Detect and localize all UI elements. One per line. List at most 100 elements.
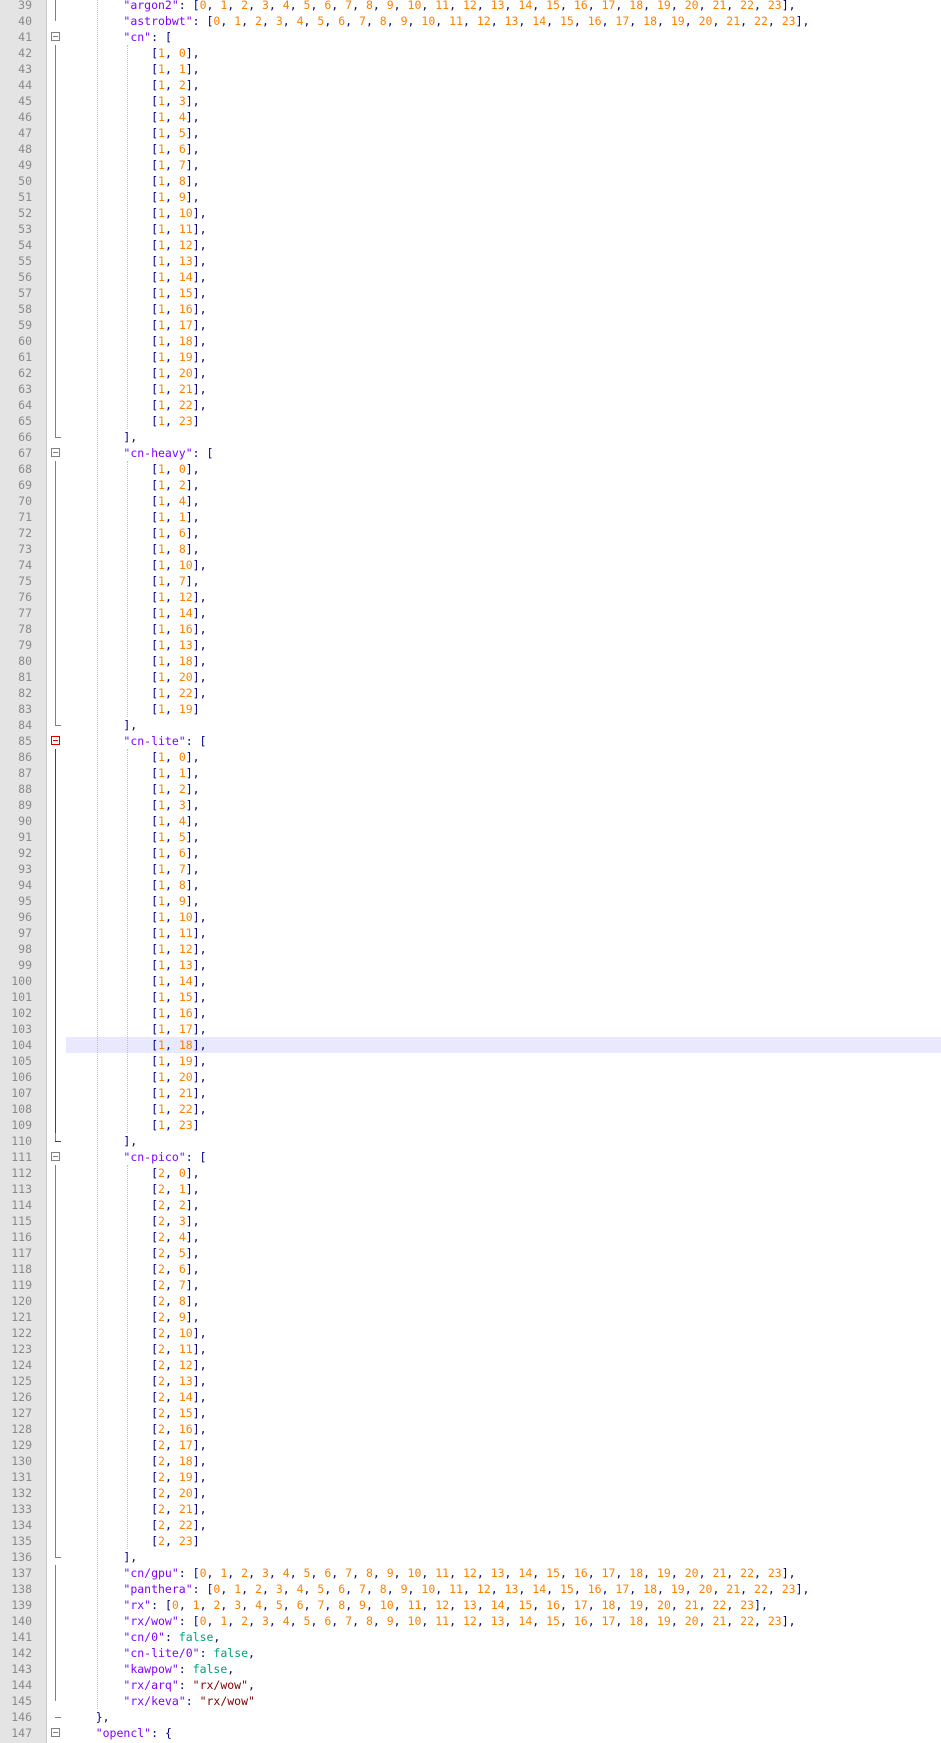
code-line[interactable]: [1, 5], xyxy=(68,829,200,845)
code-line[interactable]: [2, 20], xyxy=(68,1485,206,1501)
code-line[interactable]: [1, 7], xyxy=(68,861,200,877)
code-line[interactable]: "argon2": [0, 1, 2, 3, 4, 5, 6, 7, 8, 9,… xyxy=(68,0,795,13)
code-line[interactable]: [2, 23] xyxy=(68,1533,200,1549)
code-line[interactable]: [1, 19] xyxy=(68,701,200,717)
code-line[interactable]: [1, 13], xyxy=(68,957,206,973)
code-line[interactable]: [1, 18], xyxy=(68,1037,206,1053)
code-line[interactable]: [1, 3], xyxy=(68,797,200,813)
code-line[interactable]: [1, 6], xyxy=(68,845,200,861)
code-line[interactable]: [1, 22], xyxy=(68,1101,206,1117)
code-line[interactable]: [2, 5], xyxy=(68,1245,200,1261)
code-line[interactable]: [1, 17], xyxy=(68,1021,206,1037)
code-line[interactable]: [1, 21], xyxy=(68,381,206,397)
code-line[interactable]: [2, 19], xyxy=(68,1469,206,1485)
code-line[interactable]: [1, 14], xyxy=(68,269,206,285)
code-line[interactable]: [1, 8], xyxy=(68,877,200,893)
code-line[interactable]: "cn/gpu": [0, 1, 2, 3, 4, 5, 6, 7, 8, 9,… xyxy=(68,1565,795,1581)
code-line[interactable]: [1, 0], xyxy=(68,461,200,477)
code-line[interactable]: ], xyxy=(68,1549,137,1565)
code-line[interactable]: [1, 14], xyxy=(68,605,206,621)
code-line[interactable]: [1, 23] xyxy=(68,413,200,429)
code-line[interactable]: }, xyxy=(68,1709,110,1725)
code-line[interactable]: [2, 10], xyxy=(68,1325,206,1341)
code-line[interactable]: [2, 7], xyxy=(68,1277,200,1293)
code-line[interactable]: [1, 23] xyxy=(68,1117,200,1133)
fold-margin[interactable] xyxy=(47,0,65,1743)
code-line[interactable]: [2, 1], xyxy=(68,1181,200,1197)
code-line[interactable]: ], xyxy=(68,429,137,445)
code-line[interactable]: [1, 13], xyxy=(68,253,206,269)
code-line[interactable]: [2, 21], xyxy=(68,1501,206,1517)
code-line[interactable]: [2, 2], xyxy=(68,1197,200,1213)
code-line[interactable]: [1, 12], xyxy=(68,589,206,605)
code-line[interactable]: [2, 18], xyxy=(68,1453,206,1469)
fold-toggle-icon[interactable] xyxy=(51,32,60,41)
code-line[interactable]: [2, 15], xyxy=(68,1405,206,1421)
code-line[interactable]: "astrobwt": [0, 1, 2, 3, 4, 5, 6, 7, 8, … xyxy=(68,13,809,29)
code-line[interactable]: [1, 18], xyxy=(68,653,206,669)
code-line[interactable]: [1, 14], xyxy=(68,973,206,989)
code-line[interactable]: [1, 22], xyxy=(68,685,206,701)
code-area[interactable]: "argon2": [0, 1, 2, 3, 4, 5, 6, 7, 8, 9,… xyxy=(66,0,941,1743)
code-line[interactable]: [1, 16], xyxy=(68,301,206,317)
code-line[interactable]: [1, 11], xyxy=(68,221,206,237)
code-line[interactable]: "opencl": { xyxy=(68,1725,172,1741)
code-line[interactable]: [1, 15], xyxy=(68,285,206,301)
code-line[interactable]: [1, 2], xyxy=(68,77,200,93)
code-line[interactable]: [1, 10], xyxy=(68,909,206,925)
code-line[interactable]: [2, 22], xyxy=(68,1517,206,1533)
code-line[interactable]: [1, 6], xyxy=(68,525,200,541)
code-line[interactable]: [1, 13], xyxy=(68,637,206,653)
fold-toggle-icon[interactable] xyxy=(51,736,60,745)
code-line[interactable]: [1, 4], xyxy=(68,493,200,509)
code-line[interactable]: "rx/wow": [0, 1, 2, 3, 4, 5, 6, 7, 8, 9,… xyxy=(68,1613,795,1629)
code-line[interactable]: [1, 0], xyxy=(68,749,200,765)
code-line[interactable]: [2, 14], xyxy=(68,1389,206,1405)
code-line[interactable]: [1, 10], xyxy=(68,205,206,221)
code-line[interactable]: ], xyxy=(68,717,137,733)
fold-toggle-icon[interactable] xyxy=(51,448,60,457)
code-line[interactable]: [1, 1], xyxy=(68,61,200,77)
code-line[interactable]: [1, 16], xyxy=(68,1005,206,1021)
code-line[interactable]: [2, 12], xyxy=(68,1357,206,1373)
code-line[interactable]: [2, 9], xyxy=(68,1309,200,1325)
code-line[interactable]: [1, 5], xyxy=(68,125,200,141)
code-line[interactable]: [2, 6], xyxy=(68,1261,200,1277)
code-line[interactable]: "cn-lite": [ xyxy=(68,733,206,749)
code-line[interactable]: [1, 2], xyxy=(68,477,200,493)
code-line[interactable]: [1, 4], xyxy=(68,109,200,125)
code-line[interactable]: [1, 15], xyxy=(68,989,206,1005)
code-line[interactable]: "cn": [ xyxy=(68,29,171,45)
code-line[interactable]: [1, 7], xyxy=(68,573,200,589)
code-line[interactable]: [1, 1], xyxy=(68,509,200,525)
code-line[interactable]: [1, 9], xyxy=(68,189,200,205)
code-line[interactable]: "cn-pico": [ xyxy=(68,1149,206,1165)
code-line[interactable]: [1, 20], xyxy=(68,669,206,685)
code-editor[interactable]: 39 40 41 42 43 44 45 46 47 48 49 50 51 52 53 54 55 56 57 58… xyxy=(0,0,941,1743)
code-line[interactable]: [1, 0], xyxy=(68,45,200,61)
code-line[interactable]: [2, 8], xyxy=(68,1293,200,1309)
code-line[interactable]: [1, 10], xyxy=(68,557,206,573)
code-line[interactable]: [1, 21], xyxy=(68,1085,206,1101)
code-line[interactable]: [1, 1], xyxy=(68,765,200,781)
code-line[interactable]: "panthera": [0, 1, 2, 3, 4, 5, 6, 7, 8, … xyxy=(68,1581,809,1597)
code-line[interactable]: "cn/0": false, xyxy=(68,1629,220,1645)
code-line[interactable]: [2, 13], xyxy=(68,1373,206,1389)
code-line[interactable]: [1, 19], xyxy=(68,1053,206,1069)
fold-toggle-icon[interactable] xyxy=(51,1152,60,1161)
code-line[interactable]: [2, 16], xyxy=(68,1421,206,1437)
code-line[interactable]: [2, 3], xyxy=(68,1213,200,1229)
code-line[interactable]: [2, 4], xyxy=(68,1229,200,1245)
code-line[interactable]: [1, 2], xyxy=(68,781,200,797)
code-line[interactable]: [2, 0], xyxy=(68,1165,200,1181)
code-line[interactable]: [1, 20], xyxy=(68,1069,206,1085)
code-line[interactable]: [1, 3], xyxy=(68,93,200,109)
code-line[interactable]: [1, 8], xyxy=(68,541,200,557)
code-line[interactable]: [1, 4], xyxy=(68,813,200,829)
fold-toggle-icon[interactable] xyxy=(51,1728,60,1737)
code-line[interactable]: [1, 6], xyxy=(68,141,200,157)
code-line[interactable]: [1, 22], xyxy=(68,397,206,413)
code-line[interactable]: [1, 12], xyxy=(68,941,206,957)
code-line[interactable]: [1, 19], xyxy=(68,349,206,365)
code-line[interactable]: [1, 17], xyxy=(68,317,206,333)
